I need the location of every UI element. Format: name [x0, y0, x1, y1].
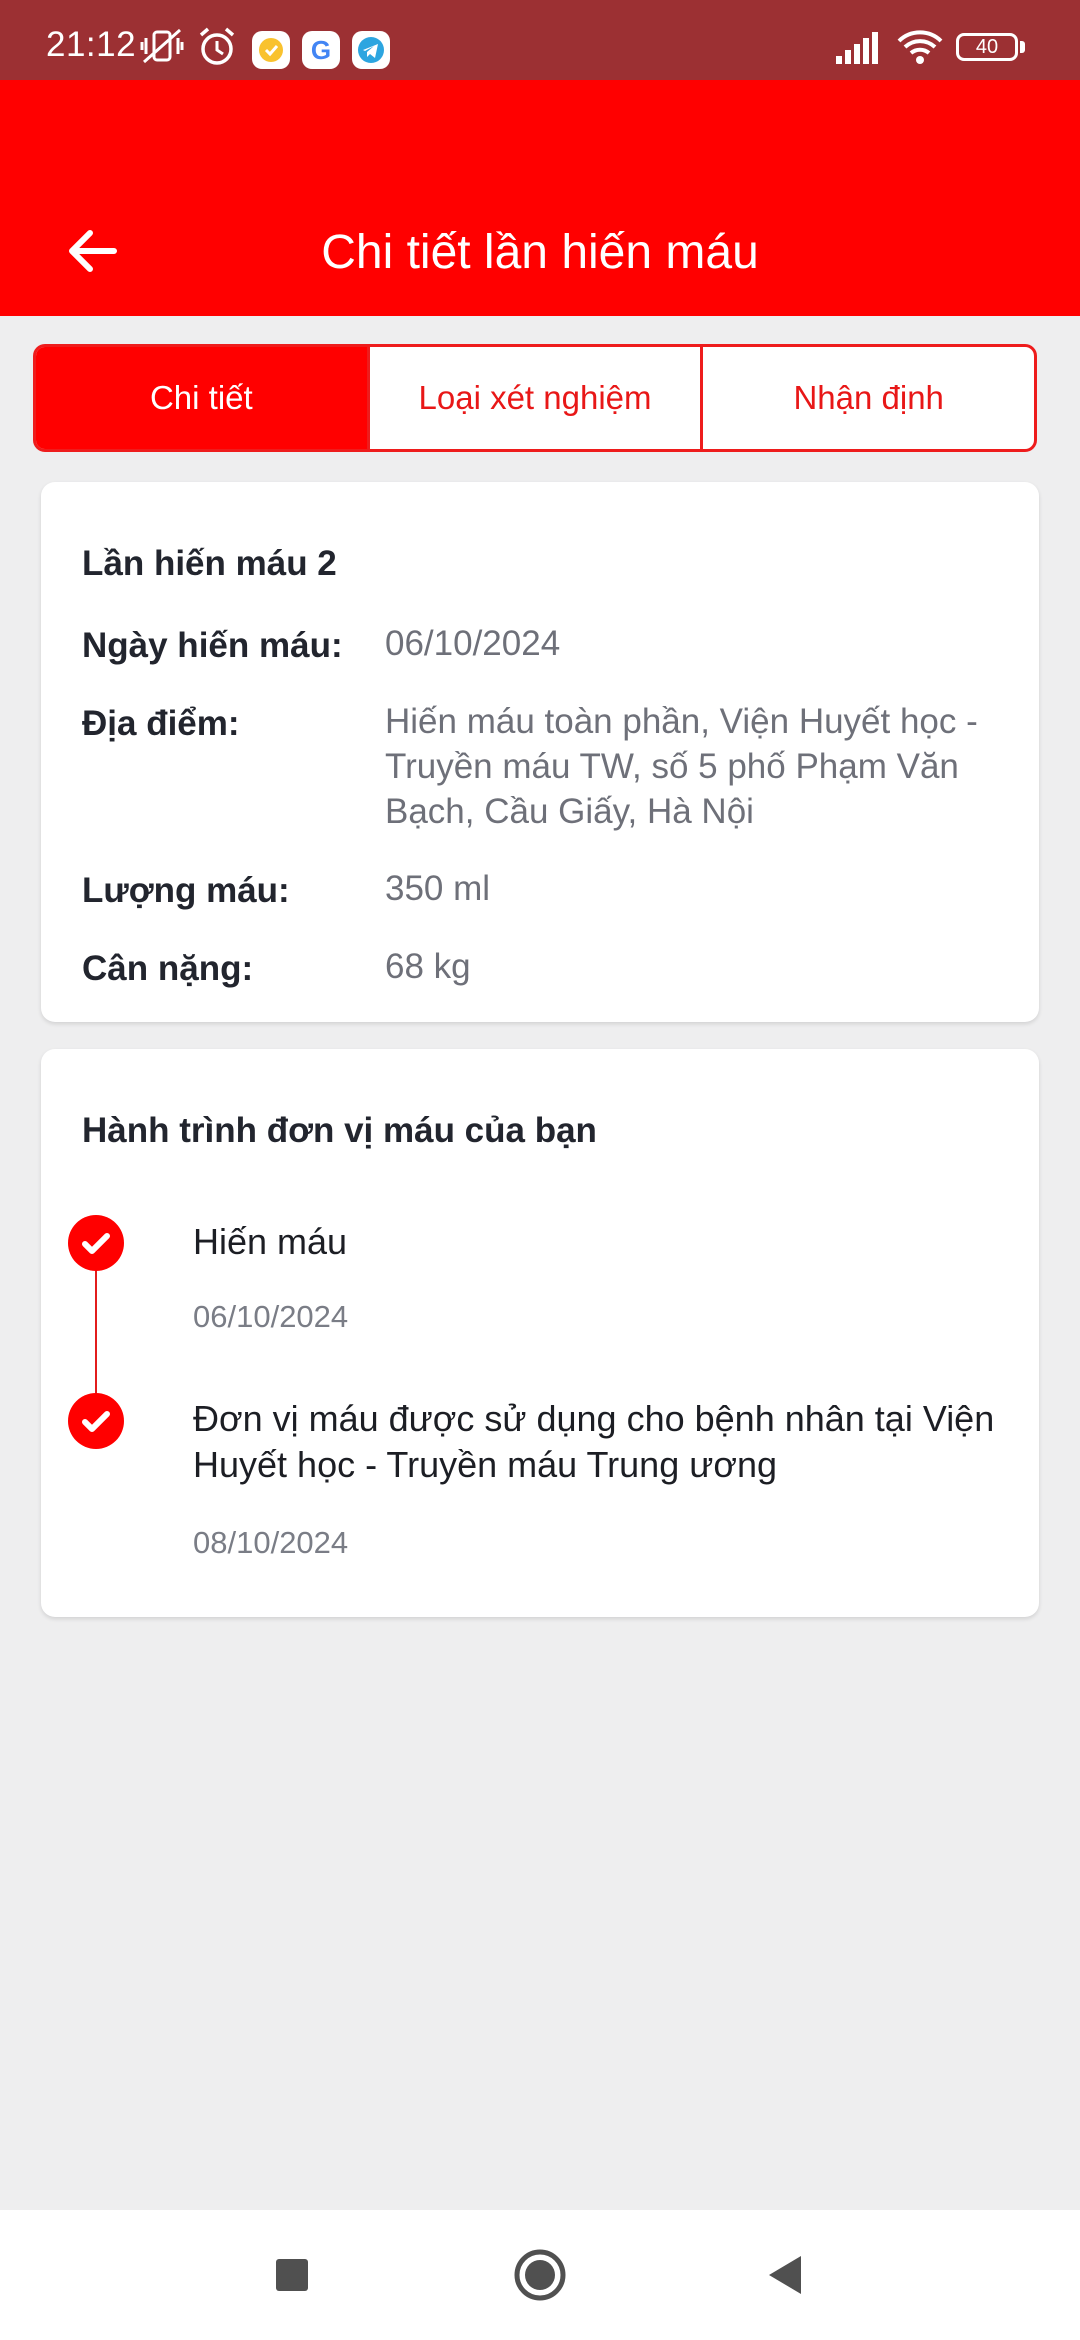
recents-button[interactable]	[222, 2210, 362, 2340]
blood-volume-value: 350 ml	[385, 869, 491, 908]
location-label: Địa điểm:	[82, 704, 240, 743]
recents-square-icon	[276, 2259, 308, 2291]
clock-app-icon	[252, 31, 290, 69]
signal-icon	[834, 30, 882, 71]
tab-test-types[interactable]: Loại xét nghiệm	[366, 347, 701, 449]
alarm-icon	[196, 26, 238, 73]
home-button[interactable]	[470, 2210, 610, 2340]
wifi-icon	[896, 28, 944, 71]
journey-step-date: 06/10/2024	[193, 1299, 349, 1334]
telegram-icon	[352, 31, 390, 69]
location-value: Hiến máu toàn phần, Viện Huyết học - Tru…	[385, 702, 978, 831]
weight-value: 68 kg	[385, 947, 471, 986]
google-icon: G	[302, 31, 340, 69]
home-circle-icon	[514, 2249, 566, 2301]
back-triangle-icon	[769, 2256, 801, 2294]
tab-bar: Chi tiết Loại xét nghiệm Nhận định	[33, 344, 1037, 452]
vibrate-off-icon	[140, 26, 186, 71]
blood-journey-card: Hành trình đơn vị máu của bạn Hiến máu 0…	[41, 1049, 1039, 1617]
system-nav-bar	[0, 2210, 1080, 2340]
page-title: Chi tiết lần hiến máu	[321, 226, 759, 279]
status-time: 21:12	[46, 25, 137, 64]
check-circle-icon	[68, 1215, 124, 1271]
tab-assessment[interactable]: Nhận định	[700, 347, 1034, 449]
journey-heading: Hành trình đơn vị máu của bạn	[82, 1111, 597, 1150]
status-bar: 21:12 G 40	[0, 0, 1080, 80]
battery-tip	[1020, 41, 1025, 53]
blood-volume-label: Lượng máu:	[82, 871, 290, 910]
donation-date-value: 06/10/2024	[385, 624, 561, 663]
battery-icon: 40	[956, 33, 1018, 61]
journey-step-title: Hiến máu	[193, 1221, 348, 1262]
app-bar: Chi tiết lần hiến máu	[0, 80, 1080, 316]
donation-heading: Lần hiến máu 2	[82, 544, 337, 583]
check-circle-icon	[68, 1393, 124, 1449]
tab-details[interactable]: Chi tiết	[36, 347, 367, 449]
journey-step-date: 08/10/2024	[193, 1525, 349, 1560]
journey-step-title: Đơn vị máu được sử dụng cho bệnh nhân tạ…	[193, 1398, 995, 1485]
weight-label: Cân nặng:	[82, 949, 254, 988]
donation-date-label: Ngày hiến máu:	[82, 626, 343, 665]
back-nav-button[interactable]	[715, 2210, 855, 2340]
donation-details-card: Lần hiến máu 2 Ngày hiến máu: 06/10/2024…	[41, 482, 1039, 1022]
